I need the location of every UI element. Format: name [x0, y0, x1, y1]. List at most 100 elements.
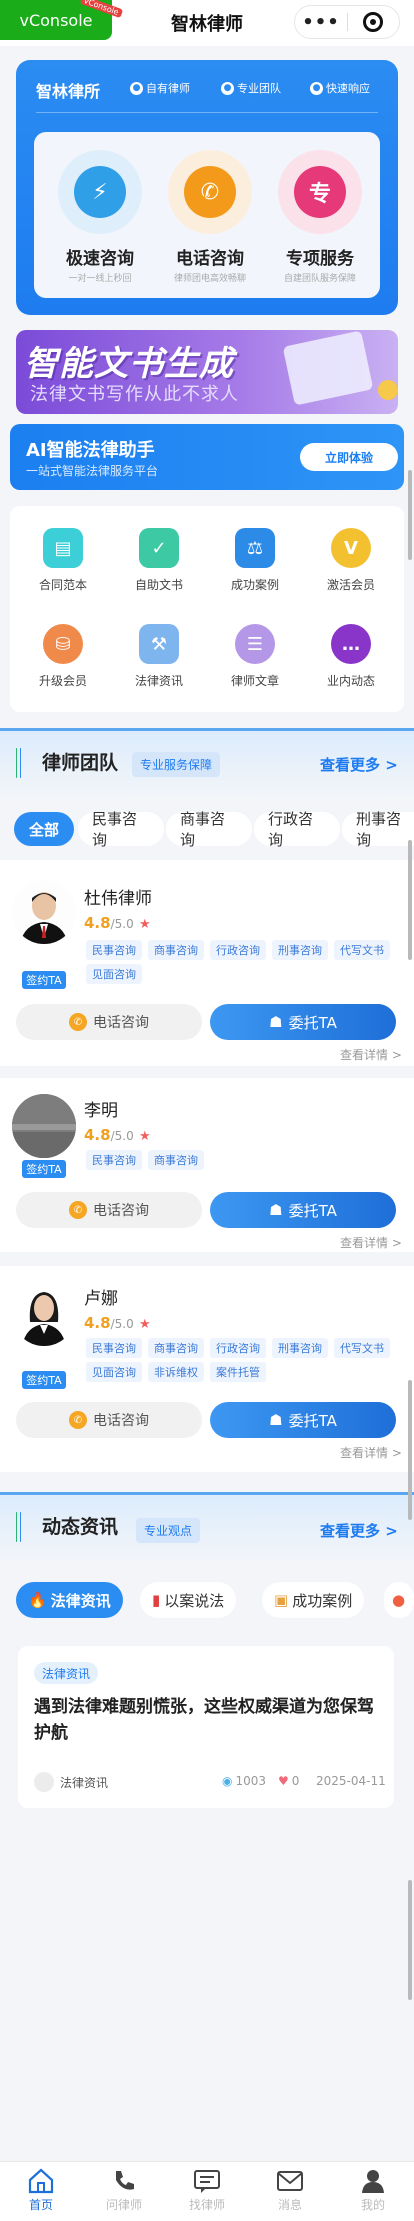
tab-legal-news[interactable]: 🔥 法律资讯 [16, 1582, 123, 1618]
lawyer-tag: 代写文书 [334, 940, 390, 960]
lawyer-rating: 4.8/5.0 ★ [84, 1314, 151, 1332]
chat-icon: … [331, 624, 371, 664]
close-circle-icon[interactable] [348, 12, 399, 32]
lawyer-tag: 刑事咨询 [272, 940, 328, 960]
article-date: 2025-04-11 [316, 1774, 386, 1788]
section-accent-bar [16, 1512, 20, 1542]
eye-icon: ◉ [222, 1774, 233, 1788]
hire-lawyer-button[interactable]: ☗ 委托TA [210, 1192, 396, 1228]
briefcase-icon: ▣ [274, 1591, 289, 1609]
tab-success-cases[interactable]: ▣ 成功案例 [262, 1582, 365, 1618]
fire-icon: ● [392, 1591, 406, 1609]
document-generation-banner[interactable]: 智能文书生成 法律文书写作从此不求人 [16, 330, 398, 414]
news-title: 动态资讯 [42, 1516, 119, 1538]
heart-icon: ♥ [278, 1774, 289, 1788]
article-likes: ♥ 0 [278, 1774, 300, 1788]
banner-subtitle: 法律文书写作从此不求人 [30, 384, 239, 405]
sign-badge[interactable]: 签约TA [22, 971, 66, 989]
news-more-link[interactable]: 查看更多 > [320, 1520, 398, 1541]
user-icon [332, 2166, 414, 2196]
mail-icon [249, 2166, 331, 2196]
banner-title: 智能文书生成 [24, 344, 234, 384]
fire-icon: 🔥 [28, 1591, 47, 1609]
scrollbar[interactable] [408, 1380, 412, 1520]
tab-case-study[interactable]: ▮ 以案说法 [140, 1582, 237, 1618]
hire-lawyer-button[interactable]: ☗ 委托TA [210, 1004, 396, 1040]
phone-consult-button[interactable]: ✆ 电话咨询 [16, 1192, 202, 1228]
lawyer-team-more-link[interactable]: 查看更多 > [320, 754, 398, 775]
section-accent-bar [16, 748, 20, 778]
lawyer-rating: 4.8/5.0 ★ [84, 1126, 151, 1144]
star-icon: ★ [138, 917, 151, 932]
tab-criminal[interactable]: 刑事咨询 [342, 810, 414, 849]
firm-name: 智林律所 [36, 82, 101, 101]
tab-commercial[interactable]: 商事咨询 [166, 810, 252, 849]
tab-find-lawyer[interactable]: 找律师 [166, 2166, 248, 2213]
tab-civil[interactable]: 民事咨询 [78, 810, 164, 849]
home-icon [0, 2166, 82, 2196]
lawyer-tag: 民事咨询 [86, 1338, 142, 1358]
article-category-badge: 法律资讯 [34, 1662, 99, 1684]
menu-activate-vip[interactable]: V 激活会员 [310, 528, 392, 593]
avatar [12, 1282, 76, 1346]
menu-contract-templates[interactable]: ▤ 合同范本 [22, 528, 104, 593]
lawyer-team-title: 律师团队 [42, 752, 119, 774]
document-icon: ✓ [139, 528, 179, 568]
scrollbar[interactable] [408, 470, 412, 560]
law-news-icon: ⚒ [139, 624, 179, 664]
tab-profile[interactable]: 我的 [332, 2166, 414, 2213]
sign-badge[interactable]: 签约TA [22, 1160, 66, 1178]
lawyer-tag: 案件托管 [210, 1362, 266, 1382]
phone-icon: ✆ [184, 166, 236, 218]
view-details-link[interactable]: 查看详情 > [340, 1046, 402, 1063]
tab-all[interactable]: 全部 [14, 812, 74, 846]
article-icon: ☰ [235, 624, 275, 664]
vip-icon: V [331, 528, 371, 568]
lawyer-tag: 行政咨询 [210, 1338, 266, 1358]
tab-messages[interactable]: 消息 [249, 2166, 331, 2213]
menu-industry-news[interactable]: … 业内动态 [310, 624, 392, 689]
menu-success-cases[interactable]: ⚖ 成功案例 [214, 528, 296, 593]
tab-more-overflow[interactable]: ● [384, 1582, 414, 1618]
star-icon: ★ [138, 1317, 151, 1332]
menu-self-service-docs[interactable]: ✓ 自助文书 [118, 528, 200, 593]
service-special[interactable]: 专 专项服务 自建团队服务保障 [268, 150, 372, 284]
person-icon: ● [130, 81, 143, 95]
basket-icon: ⛁ [43, 624, 83, 664]
tab-ask-lawyer[interactable]: 问律师 [83, 2166, 165, 2213]
lawyer-name: 卢娜 [84, 1289, 118, 1309]
lawyer-tag: 商事咨询 [148, 1150, 204, 1170]
phone-icon [83, 2166, 165, 2196]
phone-consult-button[interactable]: ✆ 电话咨询 [16, 1004, 202, 1040]
try-now-button[interactable]: 立即体验 [300, 443, 398, 471]
phone-consult-button[interactable]: ✆ 电话咨询 [16, 1402, 202, 1438]
scrollbar[interactable] [408, 840, 412, 960]
phone-icon: ✆ [69, 1201, 87, 1219]
sign-badge[interactable]: 签约TA [22, 1371, 66, 1389]
lawyer-tag: 见面咨询 [86, 964, 142, 984]
book-icon: ▮ [152, 1591, 161, 1609]
hire-icon: ☗ [269, 1411, 283, 1429]
service-fast-consult[interactable]: ⚡ 极速咨询 一对一线上秒回 [48, 150, 152, 284]
service-phone-consult[interactable]: ✆ 电话咨询 律师团电高效畅聊 [158, 150, 262, 284]
feature-own-lawyers: ● 自有律师 [130, 80, 190, 96]
menu-legal-news[interactable]: ⚒ 法律资讯 [118, 624, 200, 689]
tab-administrative[interactable]: 行政咨询 [254, 810, 340, 849]
ai-subtitle: 一站式智能法律服务平台 [26, 464, 159, 478]
user-icon [34, 1772, 54, 1792]
hire-lawyer-button[interactable]: ☗ 委托TA [210, 1402, 396, 1438]
document-illustration [282, 330, 374, 406]
hire-icon: ☗ [269, 1201, 283, 1219]
more-dots-icon[interactable]: ••• [295, 6, 347, 38]
scrollbar[interactable] [408, 1880, 412, 2000]
article-title: 遇到法律难题别慌张，这些权威渠道为您保驾护航 [34, 1697, 374, 1743]
tab-home[interactable]: 首页 [0, 2166, 82, 2213]
view-details-link[interactable]: 查看详情 > [340, 1234, 402, 1251]
view-details-link[interactable]: 查看详情 > [340, 1444, 402, 1461]
lawyer-tag: 民事咨询 [86, 940, 142, 960]
lawyer-team-tag: 专业服务保障 [132, 752, 221, 777]
feature-team: ● 专业团队 [221, 80, 281, 96]
menu-upgrade-vip[interactable]: ⛁ 升级会员 [22, 624, 104, 689]
menu-lawyer-articles[interactable]: ☰ 律师文章 [214, 624, 296, 689]
feature-fast: ● 快速响应 [310, 80, 370, 96]
